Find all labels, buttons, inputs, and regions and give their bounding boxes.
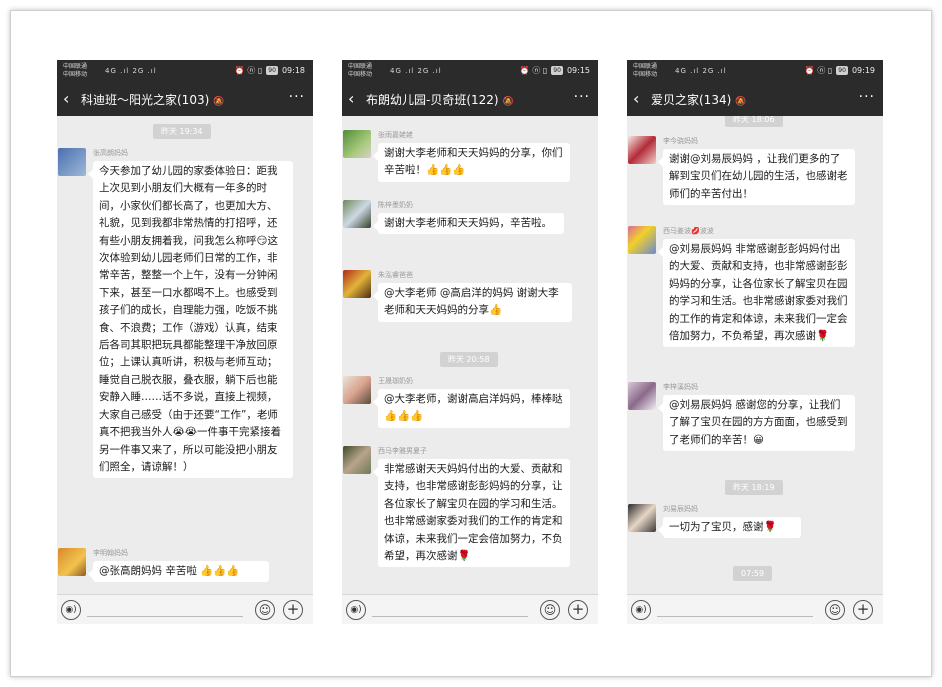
chat-area[interactable]: 昨天 18:06 李今骁妈妈 谢谢@刘易辰妈妈 ，让我们更多的了解到宝贝们在幼儿… <box>627 116 883 594</box>
sender-name: 王晟珈奶奶 <box>378 377 413 385</box>
carrier-label: 中国移动 <box>348 71 373 78</box>
avatar[interactable] <box>628 136 656 164</box>
carrier-label: 中国移动 <box>633 71 658 78</box>
input-bar: ◉) ☺ + <box>342 594 598 624</box>
phone-screen-1: 中国联通 中国移动 4G .ıl 2G .ıl ⏰ ⓝ ▯ 90 09:18 ‹… <box>57 60 313 624</box>
clock: 09:18 <box>281 66 305 75</box>
signal-icon: 4G .ıl 2G .ıl <box>675 67 727 75</box>
carrier-label: 中国联通 <box>348 63 373 70</box>
battery-icon: 90 <box>836 66 848 75</box>
sender-name: 李今骁妈妈 <box>663 137 698 145</box>
sender-name: 朱泓睿爸爸 <box>378 271 413 279</box>
plus-icon[interactable]: + <box>283 600 303 620</box>
input-bar: ◉) ☺ + <box>627 594 883 624</box>
timestamp: 07:59 <box>733 566 773 581</box>
message-bubble[interactable]: 谢谢@刘易辰妈妈 ，让我们更多的了解到宝贝们在幼儿园的生活，也感谢老师们的辛苦付… <box>658 149 855 206</box>
avatar[interactable] <box>343 270 371 298</box>
message-bubble[interactable]: 谢谢大李老师和天天妈妈，辛苦啦。 <box>373 213 564 235</box>
plus-icon[interactable]: + <box>568 600 588 620</box>
avatar[interactable] <box>628 226 656 254</box>
signal-icon: 4G .ıl 2G .ıl <box>390 67 442 75</box>
avatar[interactable] <box>343 130 371 158</box>
battery-icon: 90 <box>551 66 563 75</box>
timestamp: 昨天 19:34 <box>153 124 211 139</box>
avatar[interactable] <box>58 148 86 176</box>
sender-name: 张高朗妈妈 <box>93 149 128 157</box>
sender-name: 陈梓墨奶奶 <box>378 201 413 209</box>
chat-title: 科迪班～阳光之家(103) 🔕 <box>81 91 225 108</box>
chat-title: 爱贝之家(134) 🔕 <box>651 91 747 108</box>
chat-header: ‹ 布朗幼儿园-贝奇班(122) 🔕 ··· <box>342 82 598 116</box>
timestamp: 昨天 18:19 <box>725 480 783 495</box>
avatar[interactable] <box>343 200 371 228</box>
message-bubble[interactable]: @大李老师，谢谢高启洋妈妈，棒棒哒👍👍👍 <box>373 389 570 428</box>
message-bubble[interactable]: 非常感谢天天妈妈付出的大爱、贡献和支持，也非常感谢彭彭妈妈的分享，让各位家长了解… <box>373 459 570 568</box>
mute-icon: 🔕 <box>213 97 225 107</box>
voice-icon[interactable]: ◉) <box>61 600 81 620</box>
message-input[interactable] <box>372 616 528 617</box>
back-icon[interactable]: ‹ <box>633 89 639 109</box>
status-bar: 中国联通 中国移动 4G .ıl 2G .ıl ⏰ ⓝ ▯ 90 09:15 <box>342 60 598 82</box>
back-icon[interactable]: ‹ <box>348 89 354 109</box>
phone-screen-2: 中国联通 中国移动 4G .ıl 2G .ıl ⏰ ⓝ ▯ 90 09:15 ‹… <box>342 60 598 624</box>
more-options-icon[interactable]: ··· <box>289 89 305 105</box>
sender-name: 张雨嘉姥姥 <box>378 131 413 139</box>
mute-icon: 🔕 <box>735 97 747 107</box>
chat-area[interactable]: 张雨嘉姥姥 谢谢大李老师和天天妈妈的分享，你们辛苦啦！👍👍👍 陈梓墨奶奶 谢谢大… <box>342 116 598 594</box>
carrier-label: 中国移动 <box>63 71 88 78</box>
emoji-icon[interactable]: ☺ <box>825 600 845 620</box>
more-options-icon[interactable]: ··· <box>574 89 590 105</box>
message-bubble[interactable]: 一切为了宝贝，感谢🌹 <box>658 517 801 539</box>
chat-title-text: 布朗幼儿园-贝奇班(122) <box>366 93 499 107</box>
message-bubble[interactable]: @张高朗妈妈 辛苦啦 👍👍👍 <box>88 561 269 583</box>
signal-icon: 4G .ıl 2G .ıl <box>105 67 157 75</box>
status-bar: 中国联通 中国移动 4G .ıl 2G .ıl ⏰ ⓝ ▯ 90 09:19 <box>627 60 883 82</box>
sender-name: 李明翰妈妈 <box>93 549 128 557</box>
sender-name: 刘易辰妈妈 <box>663 505 698 513</box>
avatar[interactable] <box>58 548 86 576</box>
sender-name: 李梓溪妈妈 <box>663 383 698 391</box>
clock: 09:19 <box>851 66 875 75</box>
status-bar: 中国联通 中国移动 4G .ıl 2G .ıl ⏰ ⓝ ▯ 90 09:18 <box>57 60 313 82</box>
message-bubble[interactable]: @刘易辰妈妈 感谢您的分享，让我们了解了宝贝在园的方方面面，也感受到了老师们的辛… <box>658 395 855 452</box>
message-input[interactable] <box>657 616 813 617</box>
sender-name: 西马李雅男夏子 <box>378 447 427 455</box>
chat-area[interactable]: 昨天 19:34 张高朗妈妈 今天参加了幼儿园的家委体验日：距我上次见到小朋友们… <box>57 116 313 594</box>
carrier-label: 中国联通 <box>63 63 88 70</box>
mute-icon: 🔕 <box>502 97 514 107</box>
chat-title: 布朗幼儿园-贝奇班(122) 🔕 <box>366 91 514 108</box>
message-bubble[interactable]: 今天参加了幼儿园的家委体验日：距我上次见到小朋友们大概有一年多的时间，小家伙们都… <box>88 161 293 479</box>
avatar[interactable] <box>628 382 656 410</box>
sender-name: 西马姜波💋波波 <box>663 227 714 235</box>
avatar[interactable] <box>343 376 371 404</box>
voice-icon[interactable]: ◉) <box>631 600 651 620</box>
chat-title-text: 科迪班～阳光之家(103) <box>81 93 210 107</box>
carrier-label: 中国联通 <box>633 63 658 70</box>
timestamp: 昨天 20:58 <box>440 352 498 367</box>
chat-header: ‹ 爱贝之家(134) 🔕 ··· <box>627 82 883 116</box>
plus-icon[interactable]: + <box>853 600 873 620</box>
message-bubble[interactable]: @刘易辰妈妈 非常感谢彭彭妈妈付出的大爱、贡献和支持，也非常感谢彭彭妈妈的分享，… <box>658 239 855 348</box>
clock: 09:15 <box>566 66 590 75</box>
phone-screen-3: 中国联通 中国移动 4G .ıl 2G .ıl ⏰ ⓝ ▯ 90 09:19 ‹… <box>627 60 883 624</box>
back-icon[interactable]: ‹ <box>63 89 69 109</box>
timestamp: 昨天 18:06 <box>725 116 783 127</box>
status-icons: ⏰ ⓝ ▯ <box>234 66 263 75</box>
voice-icon[interactable]: ◉) <box>346 600 366 620</box>
battery-icon: 90 <box>266 66 278 75</box>
status-icons: ⏰ ⓝ ▯ <box>519 66 548 75</box>
message-bubble[interactable]: @大李老师 @高启洋的妈妈 谢谢大李老师和天天妈妈的分享👍 <box>373 283 572 322</box>
status-icons: ⏰ ⓝ ▯ <box>804 66 833 75</box>
chat-title-text: 爱贝之家(134) <box>651 93 732 107</box>
more-options-icon[interactable]: ··· <box>859 89 875 105</box>
emoji-icon[interactable]: ☺ <box>255 600 275 620</box>
message-input[interactable] <box>87 616 243 617</box>
message-bubble[interactable]: 谢谢大李老师和天天妈妈的分享，你们辛苦啦！👍👍👍 <box>373 143 570 182</box>
emoji-icon[interactable]: ☺ <box>540 600 560 620</box>
avatar[interactable] <box>343 446 371 474</box>
avatar[interactable] <box>628 504 656 532</box>
input-bar: ◉) ☺ + <box>57 594 313 624</box>
chat-header: ‹ 科迪班～阳光之家(103) 🔕 ··· <box>57 82 313 116</box>
